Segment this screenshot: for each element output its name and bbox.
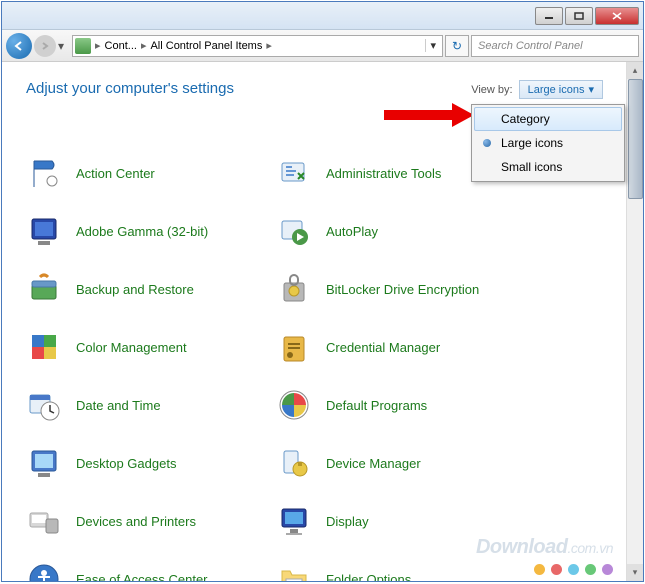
control-panel-item[interactable]: Display	[276, 503, 526, 539]
viewby-value: Large icons	[528, 84, 585, 96]
viewby-button[interactable]: Large icons ▾	[519, 80, 603, 99]
window-frame: ▾ ▸ Cont... ▸ All Control Panel Items ▸ …	[1, 1, 644, 582]
address-dropdown-icon[interactable]: ▾	[425, 39, 440, 52]
dropdown-item-label: Small icons	[501, 160, 562, 174]
backup-icon	[26, 271, 62, 307]
credential-icon	[276, 329, 312, 365]
devices-icon	[26, 503, 62, 539]
item-label: Devices and Printers	[76, 514, 196, 529]
navbar: ▾ ▸ Cont... ▸ All Control Panel Items ▸ …	[2, 30, 643, 62]
folder-icon	[276, 561, 312, 581]
close-button[interactable]	[595, 7, 639, 25]
dropdown-item-category[interactable]: Category	[474, 107, 622, 131]
default-icon	[276, 387, 312, 423]
devmgr-icon	[276, 445, 312, 481]
item-label: Date and Time	[76, 398, 161, 413]
minimize-button[interactable]	[535, 7, 563, 25]
control-panel-item[interactable]: Devices and Printers	[26, 503, 276, 539]
item-label: Backup and Restore	[76, 282, 194, 297]
gamma-icon	[26, 213, 62, 249]
viewby-dropdown: Category Large icons Small icons	[471, 104, 625, 182]
ease-icon	[26, 561, 62, 581]
control-panel-item[interactable]: Credential Manager	[276, 329, 526, 365]
viewby-label: View by:	[471, 84, 512, 96]
dropdown-item-label: Large icons	[501, 136, 563, 150]
control-panel-item[interactable]: Date and Time	[26, 387, 276, 423]
control-panel-item[interactable]: Backup and Restore	[26, 271, 276, 307]
viewby-row: View by: Large icons ▾	[471, 80, 603, 99]
titlebar	[2, 2, 643, 30]
item-label: AutoPlay	[326, 224, 378, 239]
history-dropdown-icon[interactable]: ▾	[58, 39, 70, 53]
autoplay-icon	[276, 213, 312, 249]
control-panel-item[interactable]: BitLocker Drive Encryption	[276, 271, 526, 307]
item-label: Action Center	[76, 166, 155, 181]
back-button[interactable]	[6, 33, 32, 59]
control-panel-icon	[75, 38, 91, 54]
control-panel-item[interactable]: Folder Options	[276, 561, 526, 581]
content-area: Adjust your computer's settings View by:…	[2, 62, 643, 581]
breadcrumb-segment[interactable]: All Control Panel Items	[150, 40, 262, 52]
dropdown-item-large-icons[interactable]: Large icons	[474, 131, 622, 155]
scroll-up-button[interactable]: ▴	[627, 62, 643, 79]
items-grid: Action Center Administrative Tools Adobe G…	[26, 155, 619, 581]
item-label: Display	[326, 514, 369, 529]
search-input[interactable]: Search Control Panel	[471, 35, 639, 57]
forward-button	[34, 35, 56, 57]
control-panel-item[interactable]: Action Center	[26, 155, 276, 191]
chevron-down-icon: ▾	[588, 83, 594, 96]
control-panel-item[interactable]: Adobe Gamma (32-bit)	[26, 213, 276, 249]
control-panel-item[interactable]: Default Programs	[276, 387, 526, 423]
control-panel-item[interactable]: Color Management	[26, 329, 276, 365]
control-panel-item[interactable]: Desktop Gadgets	[26, 445, 276, 481]
item-label: Device Manager	[326, 456, 421, 471]
scroll-thumb[interactable]	[628, 79, 643, 199]
scroll-down-button[interactable]: ▾	[627, 564, 643, 581]
item-label: Administrative Tools	[326, 166, 441, 181]
breadcrumb-segment[interactable]: Cont...	[105, 40, 137, 52]
dropdown-item-label: Category	[501, 112, 550, 126]
control-panel-item[interactable]: Ease of Access Center	[26, 561, 276, 581]
breadcrumb-sep-icon: ▸	[141, 39, 147, 52]
vertical-scrollbar[interactable]: ▴ ▾	[626, 62, 643, 581]
breadcrumb-sep-icon: ▸	[95, 39, 101, 52]
item-label: Folder Options	[326, 572, 411, 582]
item-label: Default Programs	[326, 398, 427, 413]
color-icon	[26, 329, 62, 365]
control-panel-item[interactable]: Device Manager	[276, 445, 526, 481]
item-label: Adobe Gamma (32-bit)	[76, 224, 208, 239]
flag-icon	[26, 155, 62, 191]
address-bar[interactable]: ▸ Cont... ▸ All Control Panel Items ▸ ▾	[72, 35, 443, 57]
item-label: BitLocker Drive Encryption	[326, 282, 479, 297]
item-label: Credential Manager	[326, 340, 440, 355]
item-label: Color Management	[76, 340, 187, 355]
annotation-arrow	[384, 110, 454, 120]
refresh-button[interactable]: ↻	[445, 35, 469, 57]
display-icon	[276, 503, 312, 539]
search-placeholder: Search Control Panel	[478, 40, 583, 52]
control-panel-item[interactable]: AutoPlay	[276, 213, 526, 249]
dropdown-item-small-icons[interactable]: Small icons	[474, 155, 622, 179]
item-label: Ease of Access Center	[76, 572, 208, 582]
selected-bullet-icon	[483, 139, 491, 147]
bitlocker-icon	[276, 271, 312, 307]
admin-icon	[276, 155, 312, 191]
gadgets-icon	[26, 445, 62, 481]
item-label: Desktop Gadgets	[76, 456, 176, 471]
breadcrumb-sep-icon: ▸	[266, 39, 272, 52]
datetime-icon	[26, 387, 62, 423]
maximize-button[interactable]	[565, 7, 593, 25]
